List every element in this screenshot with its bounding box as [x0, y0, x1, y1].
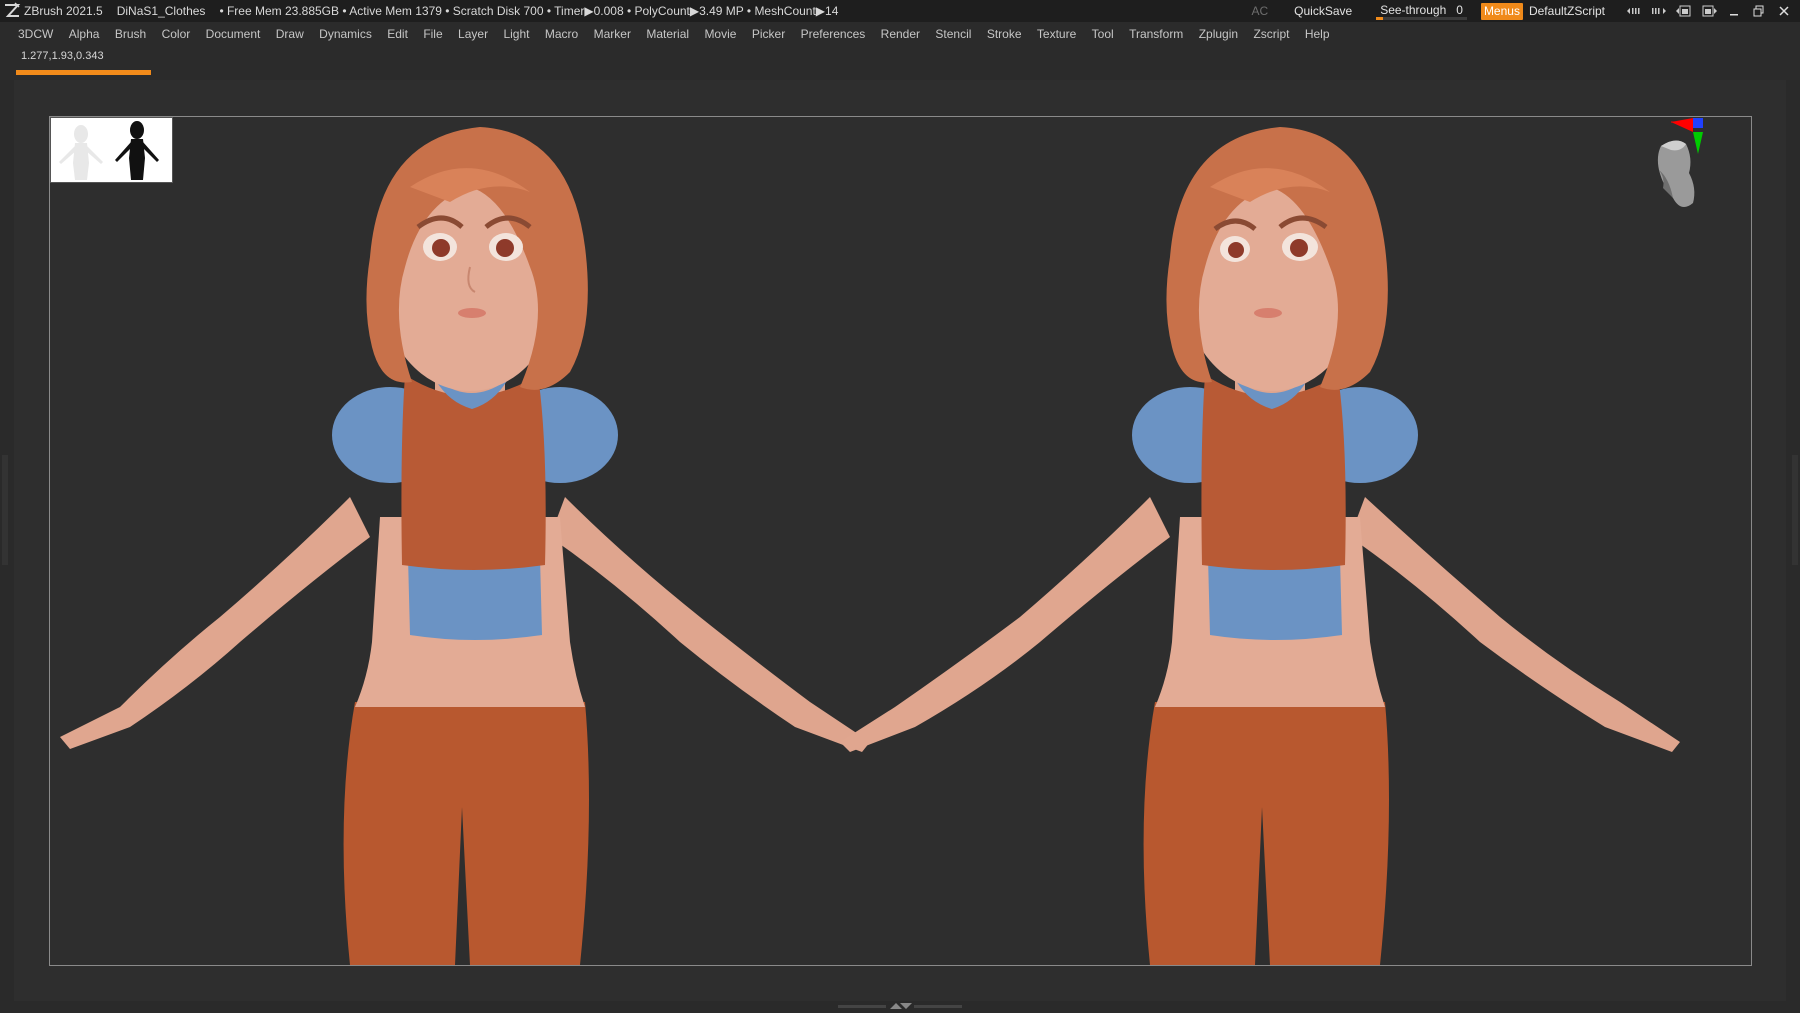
- default-zscript-button[interactable]: DefaultZScript: [1529, 0, 1605, 22]
- see-through-track: [1376, 17, 1467, 20]
- menu-edit[interactable]: Edit: [387, 27, 408, 41]
- menu-movie[interactable]: Movie: [704, 27, 736, 41]
- menu-light[interactable]: Light: [503, 27, 529, 41]
- memory-stats: • Free Mem 23.885GB • Active Mem 1379 • …: [219, 4, 839, 18]
- cursor-coordinates: 1.277,1.93,0.343: [21, 50, 104, 62]
- zbrush-logo-icon[interactable]: [3, 2, 21, 20]
- menu-stencil[interactable]: Stencil: [935, 27, 971, 41]
- character-models: [60, 127, 1680, 965]
- menu-marker[interactable]: Marker: [594, 27, 631, 41]
- menu-document[interactable]: Document: [206, 27, 261, 41]
- menu-3dcw[interactable]: 3DCW: [18, 27, 53, 41]
- layout-right-icon[interactable]: [1701, 4, 1717, 18]
- minimize-icon[interactable]: [1726, 4, 1742, 18]
- character-three-quarter-view: [840, 127, 1680, 965]
- app-name: ZBrush 2021.5: [24, 4, 103, 18]
- menu-texture[interactable]: Texture: [1037, 27, 1076, 41]
- see-through-value: 0: [1456, 3, 1463, 17]
- menu-file[interactable]: File: [423, 27, 442, 41]
- menu-zscript[interactable]: Zscript: [1253, 27, 1289, 41]
- menu-brush[interactable]: Brush: [115, 27, 146, 41]
- menu-help[interactable]: Help: [1305, 27, 1330, 41]
- bottom-tray-handle[interactable]: [838, 1001, 962, 1011]
- layout-left-icon[interactable]: [1676, 4, 1692, 18]
- left-tray-handle[interactable]: [2, 455, 8, 565]
- document-viewport[interactable]: [49, 116, 1752, 966]
- main-menu-bar: 3DCW Alpha Brush Color Document Draw Dyn…: [0, 22, 1800, 46]
- menu-render[interactable]: Render: [881, 27, 920, 41]
- status-toolbar: 1.277,1.93,0.343: [0, 46, 1800, 80]
- close-icon[interactable]: [1776, 4, 1792, 18]
- menu-transform[interactable]: Transform: [1129, 27, 1183, 41]
- menu-dynamics[interactable]: Dynamics: [319, 27, 372, 41]
- tray-left-icon[interactable]: [1626, 4, 1642, 18]
- ac-toggle[interactable]: AC: [1252, 0, 1269, 22]
- title-bar: ZBrush 2021.5 DiNaS1_Clothes • Free Mem …: [0, 0, 1800, 22]
- menu-color[interactable]: Color: [162, 27, 191, 41]
- character-front-view: [60, 127, 870, 965]
- menu-picker[interactable]: Picker: [752, 27, 785, 41]
- menu-tool[interactable]: Tool: [1092, 27, 1114, 41]
- restore-icon[interactable]: [1751, 4, 1767, 18]
- menu-alpha[interactable]: Alpha: [69, 27, 100, 41]
- see-through-slider[interactable]: See-through 0: [1376, 3, 1467, 20]
- menu-material[interactable]: Material: [646, 27, 689, 41]
- see-through-label: See-through: [1380, 3, 1447, 17]
- menu-stroke[interactable]: Stroke: [987, 27, 1022, 41]
- right-tray-handle[interactable]: [1792, 455, 1798, 565]
- silhouette-thumbnail[interactable]: [50, 117, 173, 183]
- menu-preferences[interactable]: Preferences: [801, 27, 866, 41]
- quicksave-button[interactable]: QuickSave: [1294, 0, 1352, 22]
- menu-layer[interactable]: Layer: [458, 27, 488, 41]
- silhouette-preview: [59, 121, 159, 180]
- menu-draw[interactable]: Draw: [276, 27, 304, 41]
- menu-macro[interactable]: Macro: [545, 27, 578, 41]
- see-through-fill: [1376, 17, 1384, 20]
- progress-indicator: [16, 70, 151, 75]
- menus-button[interactable]: Menus: [1480, 2, 1523, 20]
- menu-zplugin[interactable]: Zplugin: [1199, 27, 1238, 41]
- head-gizmo-icon[interactable]: [1651, 118, 1741, 238]
- document-name: DiNaS1_Clothes: [116, 4, 206, 18]
- tray-right-icon[interactable]: [1651, 4, 1667, 18]
